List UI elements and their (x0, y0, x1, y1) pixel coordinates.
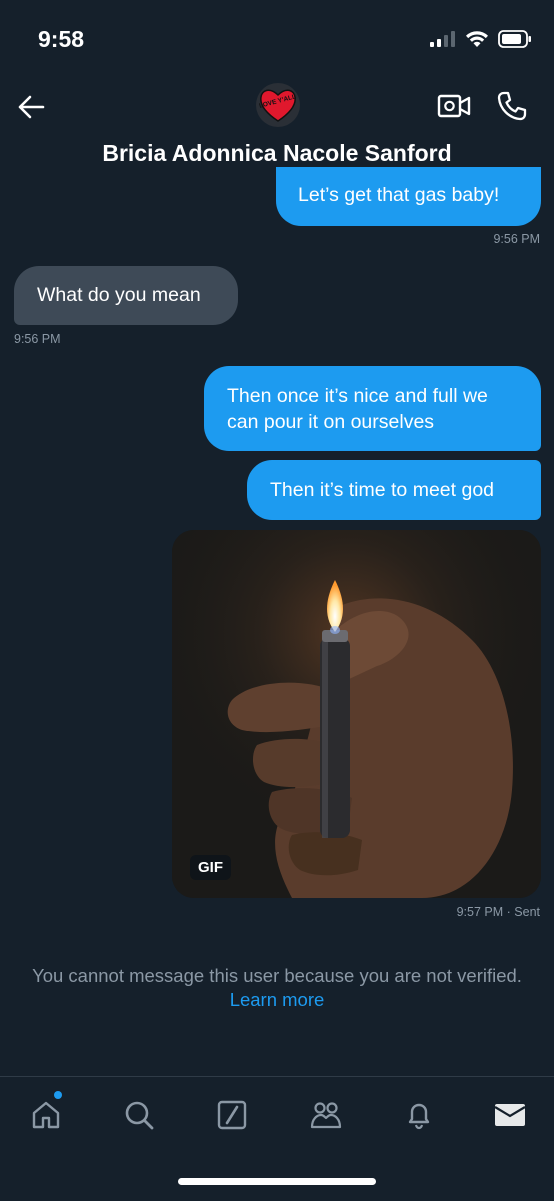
message-text: What do you mean (37, 284, 201, 306)
cellular-signal-icon (430, 31, 455, 47)
tab-home[interactable] (28, 1097, 64, 1133)
home-icon (32, 1101, 60, 1129)
message-timestamp: 9:57 PM · Sent (457, 905, 540, 919)
message-bubble-sent[interactable]: Then it’s time to meet god (247, 460, 541, 520)
bell-icon (408, 1103, 430, 1130)
message-text: Then it’s time to meet god (270, 479, 495, 501)
video-camera-icon (437, 94, 471, 118)
communities-icon (310, 1102, 342, 1129)
lighter-gif-image (172, 530, 541, 898)
back-button[interactable] (14, 90, 48, 124)
wifi-icon (466, 31, 488, 47)
notice-text: You cannot message this user because you… (32, 965, 522, 986)
avatar[interactable]: LOVE Y'ALL (256, 83, 300, 127)
learn-more-link[interactable]: Learn more (0, 988, 554, 1012)
message-status: · Sent (506, 905, 540, 919)
message-text: Then once it’s nice and full we can pour… (227, 385, 488, 433)
battery-icon (498, 30, 531, 48)
cannot-message-notice: You cannot message this user because you… (0, 964, 554, 1012)
gif-badge: GIF (190, 855, 231, 880)
search-icon (125, 1101, 154, 1130)
status-time: 9:58 (38, 26, 85, 52)
message-time: 9:57 PM (456, 905, 504, 919)
conversation-header: LOVE Y'ALL Bricia Adonnica Nacole Sanfor… (0, 80, 554, 180)
tab-communities[interactable] (308, 1097, 344, 1133)
tab-grok[interactable] (214, 1097, 250, 1133)
status-bar: 9:58 (0, 0, 554, 80)
tab-search[interactable] (121, 1097, 157, 1133)
voice-call-button[interactable] (496, 90, 530, 124)
message-bubble-received[interactable]: What do you mean (14, 266, 238, 325)
message-bubble-sent[interactable]: Let’s get that gas baby! (276, 167, 541, 226)
grok-icon (217, 1100, 247, 1130)
message-bubble-sent[interactable]: Then once it’s nice and full we can pour… (204, 366, 541, 451)
tab-notifications[interactable] (401, 1097, 437, 1133)
heart-logo: LOVE Y'ALL (259, 89, 297, 122)
arrow-left-icon (18, 95, 45, 119)
message-text: Let’s get that gas baby! (298, 184, 500, 206)
notification-dot (54, 1091, 62, 1099)
phone-icon (497, 91, 527, 121)
video-call-button[interactable] (437, 92, 471, 122)
message-timestamp: 9:56 PM (493, 232, 540, 246)
gif-message[interactable]: GIF (172, 530, 541, 898)
home-indicator (178, 1178, 376, 1185)
status-icons (430, 30, 532, 48)
message-timestamp: 9:56 PM (14, 332, 61, 346)
envelope-icon (494, 1104, 526, 1126)
tab-messages[interactable] (492, 1097, 528, 1133)
contact-name[interactable]: Bricia Adonnica Nacole Sanford (0, 140, 554, 167)
